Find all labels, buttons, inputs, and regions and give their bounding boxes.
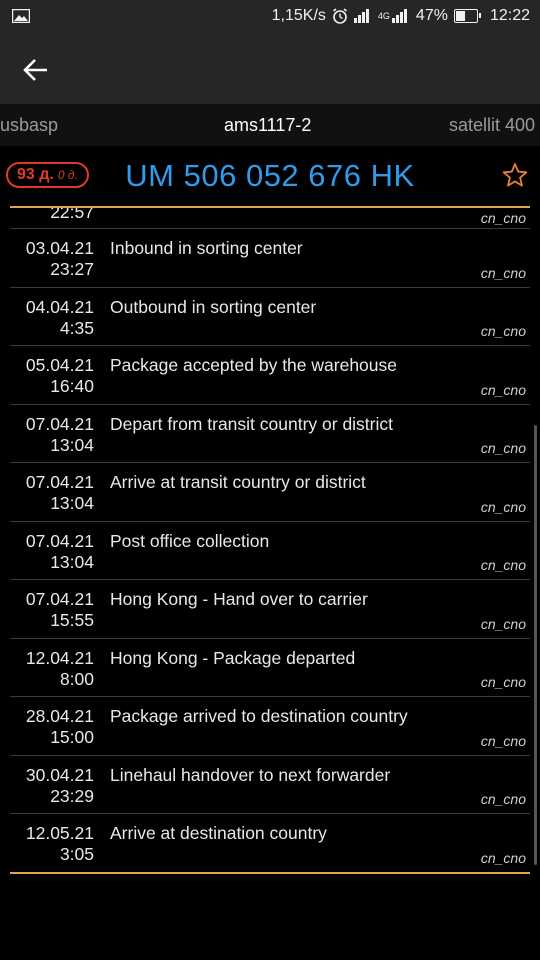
event-time: 23:27	[50, 259, 94, 279]
event-date: 12.05.21	[25, 823, 94, 843]
event-date: 07.04.21	[25, 589, 94, 609]
event-time: 4:35	[59, 317, 94, 338]
event-description: Package arrived to destination country	[110, 706, 408, 726]
battery-percent: 47%	[415, 7, 448, 24]
event-row[interactable]: 12.04.21 8:00 Hong Kong - Package departed…	[10, 639, 530, 697]
track-number[interactable]: UM 506 052 676 HK	[0, 158, 540, 194]
tracking-header: 93 д. 0 д. UM 506 052 676 HK	[0, 146, 540, 208]
battery-fill	[455, 11, 465, 21]
gallery-icon	[12, 9, 30, 23]
signal-icon-2	[391, 9, 407, 23]
network-type: 4G	[377, 11, 390, 21]
event-description: Arrive at destination country	[110, 823, 327, 843]
tab-satellit-400[interactable]: satellit 400	[449, 115, 535, 136]
event-source: cn_cno	[480, 615, 526, 632]
event-time: 22:57	[50, 208, 94, 222]
event-description: Linehaul handover to next forwarder	[110, 764, 391, 785]
event-date: 07.04.21	[25, 413, 94, 434]
event-date: 30.04.21	[25, 764, 94, 785]
event-source: cn_cno	[480, 264, 526, 281]
event-time: 13:04	[50, 434, 94, 455]
event-date: 03.04.21	[25, 238, 94, 258]
battery-icon	[453, 9, 481, 23]
event-row[interactable]: 28.04.21 15:00 Package arrived to destinat…	[10, 697, 530, 756]
tab-usbasp[interactable]: usbasp	[0, 115, 58, 136]
event-time: 15:00	[50, 727, 94, 747]
alarm-icon	[332, 8, 347, 24]
event-date: 28.04.21	[25, 706, 94, 726]
event-description: Arrive at transit country or district	[110, 472, 366, 492]
list-end-divider	[10, 872, 530, 874]
event-date: 07.04.21	[25, 472, 94, 492]
scrollbar[interactable]	[534, 425, 537, 865]
event-time: 16:40	[50, 376, 94, 396]
event-source: cn_cno	[480, 791, 526, 807]
event-source: cn_cno	[480, 557, 526, 573]
event-time: 8:00	[59, 668, 94, 689]
event-source: cn_cno	[480, 732, 526, 749]
event-source: cn_cno	[480, 381, 526, 398]
event-source: cn_cno	[480, 440, 526, 456]
status-bar: 1,15K/s 4G 47% 12:22	[0, 0, 540, 34]
event-description: Outbound in sorting center	[110, 296, 317, 317]
event-date: 07.04.21	[25, 530, 94, 551]
event-description: Post office collection	[110, 530, 270, 551]
event-source: cn_cno	[480, 498, 526, 515]
event-time: 23:29	[50, 785, 94, 806]
back-arrow-icon[interactable]	[20, 54, 52, 86]
tab-ams1117-2[interactable]: ams1117-2	[224, 115, 311, 136]
event-description: Depart from transit country or district	[110, 413, 393, 434]
event-row[interactable]: 12.05.21 3:05 Arrive at destination countr…	[10, 814, 530, 873]
event-description: Inbound in sorting center	[110, 238, 303, 258]
event-row[interactable]: 04.04.21 4:35 Outbound in sorting center cn…	[10, 288, 530, 346]
event-row[interactable]: 30.04.21 23:29 Linehaul handover to next f…	[10, 756, 530, 814]
event-description: Hong Kong - Package departed	[110, 647, 356, 668]
signal-icon	[353, 9, 369, 23]
event-source: cn_cno	[480, 849, 526, 866]
star-icon[interactable]	[502, 162, 528, 188]
event-row[interactable]: 22:57 cn_cno	[10, 208, 530, 229]
event-time: 13:04	[50, 551, 94, 572]
tab-bar: usbasp ams1117-2 satellit 400	[0, 104, 540, 146]
events-list[interactable]: 22:57 cn_cno 03.04.21 23:27 Inbound in sorti…	[10, 208, 530, 874]
event-row[interactable]: 07.04.21 13:04 Arrive at transit country o…	[10, 463, 530, 522]
event-time: 3:05	[59, 844, 94, 864]
event-date: 04.04.21	[25, 296, 94, 317]
event-description: Hong Kong - Hand over to carrier	[110, 589, 368, 609]
event-time: 15:55	[50, 610, 94, 630]
status-right: 1,15K/s 4G 47% 12:22	[272, 7, 530, 25]
event-row[interactable]: 07.04.21 15:55 Hong Kong - Hand over to ca…	[10, 580, 530, 639]
event-description: Package accepted by the warehouse	[110, 355, 397, 375]
event-date: 12.04.21	[25, 647, 94, 668]
event-time: 13:04	[50, 493, 94, 513]
event-source: cn_cno	[480, 210, 526, 226]
clock: 12:22	[489, 7, 530, 24]
app-bar	[0, 34, 540, 104]
net-speed: 1,15K/s	[271, 7, 326, 24]
event-row[interactable]: 07.04.21 13:04 Post office collection cn_cn…	[10, 522, 530, 580]
event-source: cn_cno	[480, 323, 526, 339]
event-source: cn_cno	[480, 674, 526, 690]
event-row[interactable]: 07.04.21 13:04 Depart from transit country…	[10, 405, 530, 463]
event-row[interactable]: 03.04.21 23:27 Inbound in sorting center cn…	[10, 229, 530, 288]
event-date: 05.04.21	[25, 355, 94, 375]
event-row[interactable]: 05.04.21 16:40 Package accepted by the war…	[10, 346, 530, 405]
